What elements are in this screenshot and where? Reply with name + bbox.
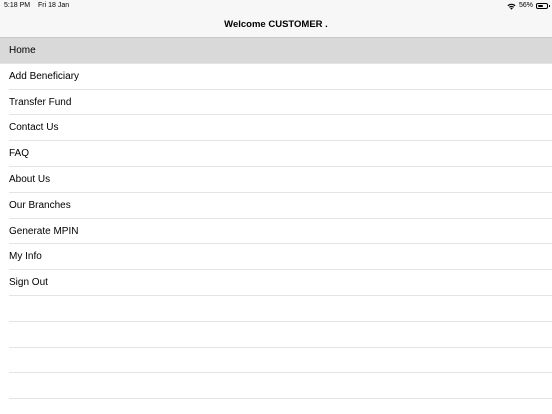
empty-row bbox=[0, 322, 552, 348]
menu-item-label: Contact Us bbox=[9, 122, 59, 134]
menu-item-contact-us[interactable]: Contact Us bbox=[0, 115, 552, 141]
page-title: Welcome CUSTOMER . bbox=[224, 19, 328, 30]
menu-item-about-us[interactable]: About Us bbox=[0, 167, 552, 193]
status-bar: 5:18 PM Fri 18 Jan 56% bbox=[0, 0, 552, 12]
menu-item-sign-out[interactable]: Sign Out bbox=[0, 270, 552, 296]
menu-item-home[interactable]: Home bbox=[0, 38, 552, 64]
menu-item-label: My Info bbox=[9, 251, 42, 263]
menu-item-transfer-fund[interactable]: Transfer Fund bbox=[0, 90, 552, 116]
status-time: 5:18 PM bbox=[4, 2, 31, 9]
menu-item-label: Our Branches bbox=[9, 199, 71, 211]
menu-item-our-branches[interactable]: Our Branches bbox=[0, 193, 552, 219]
status-date: Fri 18 Jan bbox=[38, 2, 70, 9]
menu-item-generate-mpin[interactable]: Generate MPIN bbox=[0, 219, 552, 245]
menu-item-label: Add Beneficiary bbox=[9, 70, 80, 82]
wifi-icon bbox=[507, 3, 516, 10]
battery-cap bbox=[549, 5, 550, 7]
battery-level-fill bbox=[538, 5, 543, 7]
empty-row bbox=[0, 296, 552, 322]
battery-icon bbox=[536, 3, 550, 9]
menu-list: Home Add Beneficiary Transfer Fund Conta… bbox=[0, 38, 552, 399]
empty-row bbox=[0, 373, 552, 399]
status-right: 56% bbox=[507, 0, 550, 12]
menu-item-label: Home bbox=[9, 45, 36, 56]
menu-item-faq[interactable]: FAQ bbox=[0, 141, 552, 167]
menu-item-label: Generate MPIN bbox=[9, 225, 79, 237]
battery-percent: 56% bbox=[518, 2, 533, 9]
menu-item-my-info[interactable]: My Info bbox=[0, 244, 552, 270]
navigation-bar: Welcome CUSTOMER . bbox=[0, 12, 552, 38]
menu-item-label: Transfer Fund bbox=[9, 96, 72, 108]
menu-item-label: Sign Out bbox=[9, 277, 48, 289]
menu-item-label: FAQ bbox=[9, 148, 30, 160]
app-screen: 5:18 PM Fri 18 Jan 56% Welcome CUSTOMER … bbox=[0, 0, 552, 414]
status-left: 5:18 PM Fri 18 Jan bbox=[4, 0, 69, 12]
menu-item-add-beneficiary[interactable]: Add Beneficiary bbox=[0, 64, 552, 90]
empty-row bbox=[0, 348, 552, 374]
menu-item-label: About Us bbox=[9, 173, 51, 185]
